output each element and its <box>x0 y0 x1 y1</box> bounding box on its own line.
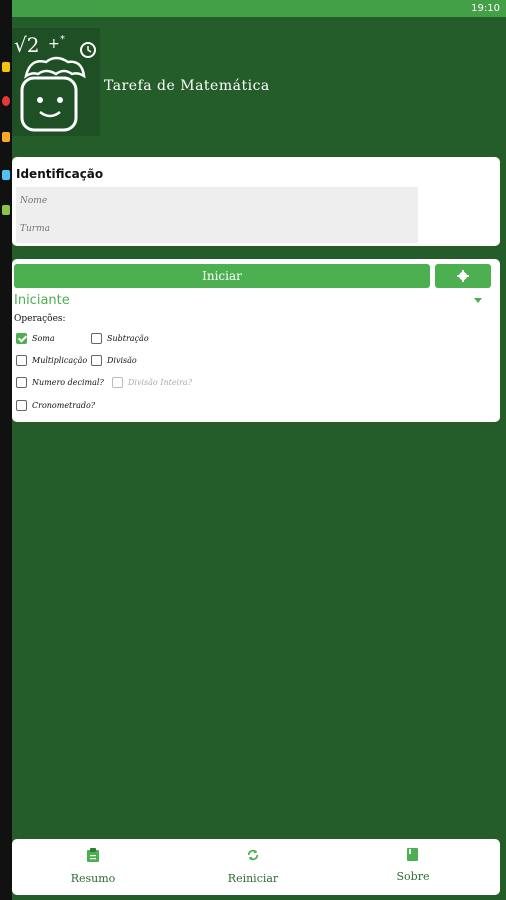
checkbox-multiplicacao[interactable] <box>16 355 27 366</box>
name-input[interactable] <box>16 187 418 215</box>
option-label: Divisão Inteira? <box>128 378 192 387</box>
clipboard-icon <box>87 848 99 862</box>
gear-icon <box>457 270 469 282</box>
app-shortcut-icon[interactable] <box>2 132 10 142</box>
app-title: Tarefa de Matemática <box>104 78 270 94</box>
math-boy-logo-icon: √2 + * <box>14 33 96 132</box>
nav-restart[interactable]: Reiniciar <box>193 839 313 895</box>
option-label: Divisão <box>107 356 137 365</box>
option-divisao-inteira: Divisão Inteira? <box>112 377 192 388</box>
option-label: Subtração <box>107 334 149 343</box>
svg-text:+: + <box>48 36 60 52</box>
operations-label: Operações: <box>14 314 66 324</box>
status-bar: 19:10 <box>12 0 506 17</box>
nav-about[interactable]: Sobre <box>353 839 473 895</box>
app-shortcut-icon[interactable] <box>2 170 10 180</box>
checkbox-decimal[interactable] <box>16 377 27 388</box>
status-time: 19:10 <box>471 3 500 14</box>
app-shortcut-icon[interactable] <box>2 96 10 106</box>
refresh-icon <box>247 849 259 861</box>
level-select[interactable]: Iniciante <box>14 293 70 308</box>
start-button[interactable]: Iniciar <box>14 264 430 288</box>
svg-text:√2: √2 <box>14 33 39 57</box>
checkbox-soma[interactable] <box>16 333 27 344</box>
checkbox-subtracao[interactable] <box>91 333 102 344</box>
bottom-navigation: Resumo Reiniciar Sobre <box>12 839 500 895</box>
checkbox-cronometrado[interactable] <box>16 400 27 411</box>
left-launcher-strip <box>0 0 12 900</box>
option-multiplicacao[interactable]: Multiplicação <box>16 355 87 366</box>
app-shortcut-icon[interactable] <box>2 205 10 215</box>
option-divisao[interactable]: Divisão <box>91 355 137 366</box>
chevron-down-icon[interactable] <box>474 298 482 303</box>
class-input[interactable] <box>16 215 418 243</box>
nav-about-label: Sobre <box>396 870 430 883</box>
app-shortcut-icon[interactable] <box>2 62 10 72</box>
option-cronometrado[interactable]: Cronometrado? <box>16 400 95 411</box>
option-subtracao[interactable]: Subtração <box>91 333 149 344</box>
option-label: Soma <box>32 334 55 343</box>
option-soma[interactable]: Soma <box>16 333 55 344</box>
option-decimal[interactable]: Numero decimal? <box>16 377 104 388</box>
nav-summary[interactable]: Resumo <box>33 839 153 895</box>
app-logo: √2 + * <box>12 28 100 136</box>
settings-button[interactable] <box>435 264 491 288</box>
checkbox-divisao[interactable] <box>91 355 102 366</box>
checkbox-divisao-inteira <box>112 377 123 388</box>
option-label: Numero decimal? <box>32 378 104 387</box>
option-label: Cronometrado? <box>32 401 96 410</box>
book-icon <box>407 848 418 861</box>
nav-restart-label: Reiniciar <box>227 872 279 885</box>
svg-text:*: * <box>60 34 65 45</box>
option-label: Multiplicação <box>32 356 88 365</box>
nav-summary-label: Resumo <box>70 872 116 885</box>
identification-heading: Identificação <box>16 167 104 181</box>
